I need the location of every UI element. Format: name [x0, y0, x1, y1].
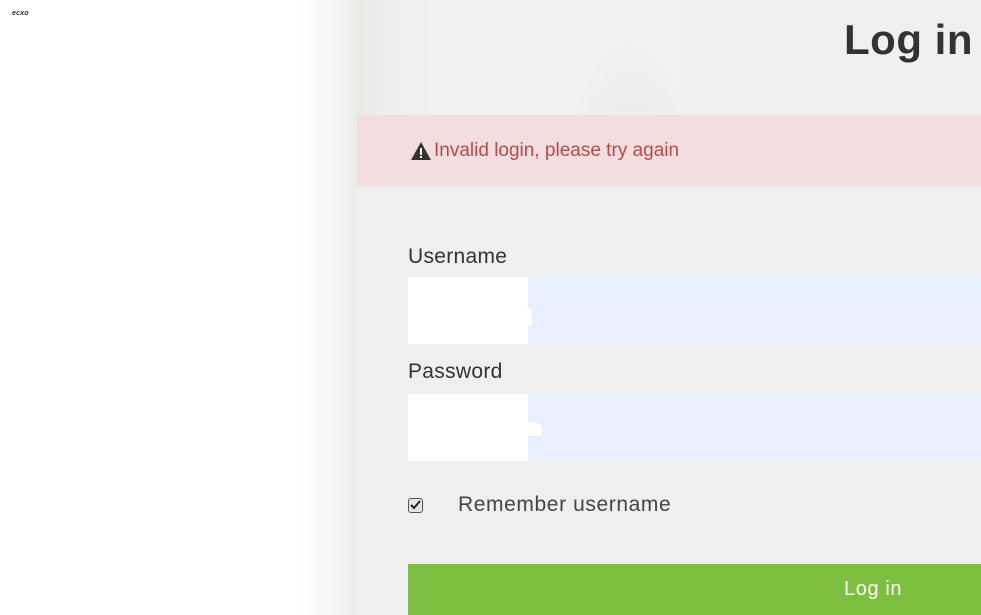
remember-username-label: Remember username [458, 493, 672, 516]
remember-username-checkbox[interactable] [408, 497, 423, 513]
username-label: Username [408, 245, 508, 268]
warning-triangle-icon [410, 141, 432, 161]
login-button[interactable]: Log in [408, 564, 981, 615]
error-alert: Invalid login, please try again [357, 115, 981, 186]
corner-logo-text: ecxo [12, 10, 29, 17]
login-form: Invalid login, please try again Username… [357, 115, 981, 615]
page-title: Log in [844, 16, 973, 63]
password-label: Password [408, 360, 503, 383]
checkmark-icon [410, 500, 421, 510]
redacted-username-part [427, 305, 532, 327]
redacted-password-part [427, 422, 542, 436]
remember-username-row: Remember username [408, 493, 671, 517]
login-page: ecxo Log in Invalid login, please try ag… [0, 0, 981, 615]
error-message: Invalid login, please try again [434, 139, 680, 161]
login-button-label: Log in [844, 578, 903, 600]
